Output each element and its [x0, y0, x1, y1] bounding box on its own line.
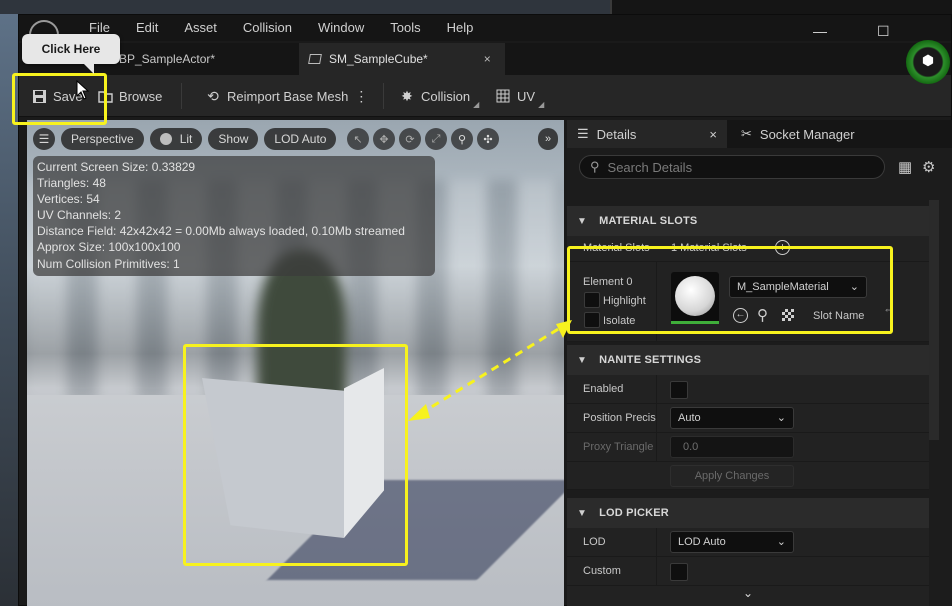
mouse-cursor-icon	[76, 80, 90, 100]
dashed-arrow-annotation	[408, 320, 572, 421]
click-here-tooltip: Click Here	[22, 34, 120, 74]
